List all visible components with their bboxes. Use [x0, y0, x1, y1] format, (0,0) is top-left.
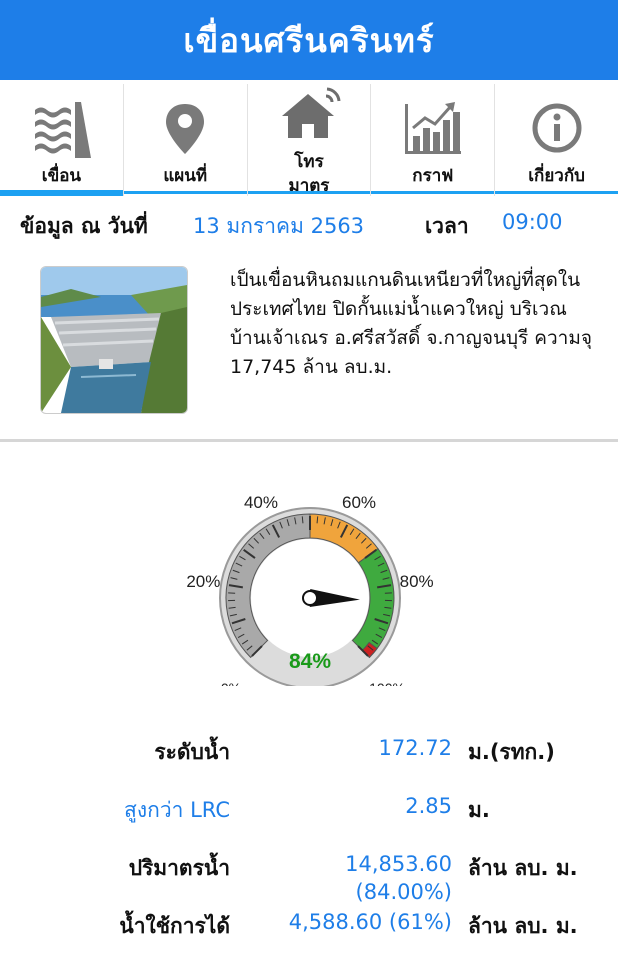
info-icon	[532, 103, 582, 153]
tab-dam[interactable]: เขื่อน	[0, 84, 123, 196]
data-date-line: ข้อมูล ณ วันที่ 13 มกราคม 2563 เวลา 09:0…	[20, 210, 610, 244]
time-label: เวลา	[425, 214, 469, 238]
gauge-tick-label: 80%	[400, 572, 434, 591]
dam-description: เป็นเขื่อนหินถมแกนดินเหนียวที่ใหญ่ที่สุด…	[230, 269, 593, 378]
gauge-minor-tick	[316, 516, 319, 524]
tab-telemetry-underline	[247, 191, 371, 194]
tab-about-label: เกี่ยวกับ	[528, 166, 585, 186]
gauge-tick-label: 100%	[369, 680, 405, 686]
time-value: 09:00	[502, 210, 563, 234]
tab-map-underline	[123, 191, 247, 194]
tab-map-label: แผนที่	[163, 166, 208, 186]
water-level-unit: ม.(รทก.)	[468, 740, 555, 764]
dam-icon	[35, 102, 92, 158]
above-lrc-unit: ม.	[468, 798, 490, 822]
tab-telemetry[interactable]: โทร มาตร	[246, 84, 371, 196]
bar-chart-icon	[404, 102, 461, 154]
water-volume-label: ปริมาตรน้ำ	[128, 856, 230, 880]
dam-photo	[40, 266, 188, 414]
tab-map[interactable]: แผนที่	[122, 84, 247, 196]
tab-graph[interactable]: กราฟ	[370, 84, 495, 196]
tab-about[interactable]: เกี่ยวกับ	[494, 84, 618, 196]
usable-water-value: 4,588.60 (61%)	[288, 910, 452, 934]
water-level-label: ระดับน้ำ	[154, 740, 230, 764]
water-volume-value: 14,853.60	[345, 852, 452, 876]
water-volume-unit: ล้าน ลบ. ม.	[468, 856, 578, 880]
gauge-tick-label: 60%	[342, 493, 376, 512]
above-lrc-value: 2.85	[405, 794, 452, 818]
gauge-tick-label: 20%	[186, 572, 220, 591]
date-label: ข้อมูล ณ วันที่	[20, 214, 148, 238]
section-divider	[0, 439, 618, 442]
usable-water-label: น้ำใช้การได้	[119, 914, 230, 938]
tab-bar: เขื่อน แผนที่ โทร มาตร กราฟ เกี่ยวกับ	[0, 84, 618, 196]
tab-graph-underline	[371, 191, 495, 194]
app-title-bar: เขื่อนศรีนครินทร์	[0, 0, 618, 80]
date-value: 13 มกราคม 2563	[193, 214, 365, 238]
map-pin-icon	[166, 104, 205, 154]
usable-water-unit: ล้าน ลบ. ม.	[468, 914, 578, 938]
above-lrc-label[interactable]: สูงกว่า LRC	[124, 794, 230, 827]
gauge-value-label: 84%	[289, 650, 331, 673]
tab-graph-label: กราฟ	[412, 166, 454, 186]
tab-dam-underline	[0, 190, 123, 196]
storage-gauge: 0% 20% 40% 60% 80% 100% 84%	[170, 486, 450, 696]
telemetry-house-icon	[281, 87, 341, 138]
tab-telemetry-label-line1: โทร	[294, 152, 324, 172]
gauge-tick-label: 40%	[244, 493, 278, 512]
tab-telemetry-label-line2: มาตร	[288, 176, 330, 196]
app-title: เขื่อนศรีนครินทร์	[183, 20, 435, 60]
water-volume-percent: (84.00%)	[355, 880, 452, 904]
water-level-value: 172.72	[378, 736, 452, 760]
tab-dam-label: เขื่อน	[41, 166, 82, 186]
gauge-tick-label: 0%	[221, 680, 241, 686]
gauge-minor-tick	[301, 516, 304, 524]
tab-about-underline	[495, 191, 618, 194]
gauge-hub	[302, 590, 318, 606]
